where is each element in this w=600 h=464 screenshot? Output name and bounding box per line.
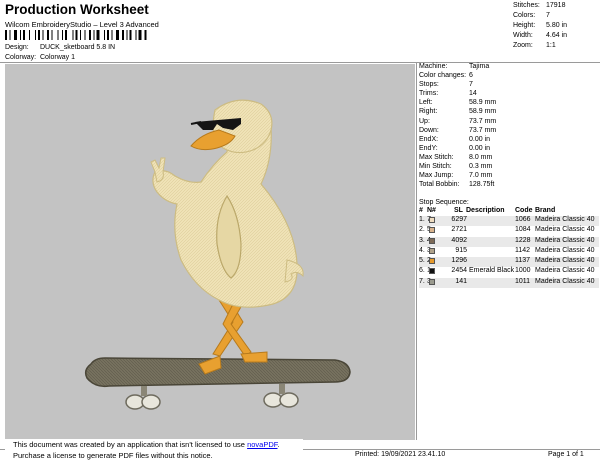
- table-row: 1.762971066Madeira Classic 40: [419, 216, 599, 227]
- table-header: # N# SL Description Code Brand: [419, 207, 556, 214]
- table-row: 6.12454Emerald Black1000Madeira Classic …: [419, 267, 595, 275]
- prop-stops: Stops: 7: [419, 81, 473, 89]
- prop-machine: Machine: Tajima: [419, 63, 490, 70]
- pdf-license-notice: This document was created by an applicat…: [5, 439, 303, 463]
- notice-line-1: This document was created by an applicat…: [13, 440, 280, 449]
- prop-trims: Trims: 14: [419, 90, 477, 98]
- notice-line-2: Purchase a license to generate PDF files…: [13, 451, 213, 460]
- skateboard-wheels: [125, 384, 299, 410]
- prop-right: Right: 58.9 mm: [419, 108, 497, 116]
- stat-colors: Colors: 7: [513, 12, 550, 19]
- table-row: 4.39151142Madeira Classic 40: [419, 246, 595, 254]
- design-value: DUCK_sketboard 5.8 IN: [40, 44, 116, 51]
- stat-zoom: Zoom: 1:1: [513, 42, 556, 49]
- color-swatch: [429, 278, 435, 285]
- table-row: 2.527211084Madeira Classic 40: [419, 226, 595, 234]
- prop-color-changes: Color changes: 6: [419, 72, 473, 80]
- prop-min-stitch: Min Stitch: 0.3 mm: [419, 163, 493, 171]
- colorway-label: Colorway:: [5, 54, 37, 61]
- duck-skateboard-illustration: [84, 99, 351, 410]
- color-swatch: [429, 227, 435, 234]
- stop-sequence-title: Stop Sequence:: [419, 199, 469, 206]
- panel-divider: [416, 63, 417, 440]
- design-preview: [5, 64, 415, 440]
- prop-endx: EndX: 0.00 in: [419, 135, 491, 143]
- prop-up: Up: 73.7 mm: [419, 117, 497, 125]
- page-number: Page 1 of 1: [548, 451, 584, 458]
- prop-max-stitch: Max Stitch: 8.0 mm: [419, 153, 493, 161]
- color-swatch: [429, 258, 435, 265]
- prop-left: Left: 58.9 mm: [419, 99, 497, 107]
- worksheet-title: Production Worksheet: [5, 2, 149, 17]
- prop-down: Down: 73.7 mm: [419, 126, 497, 134]
- color-swatch: [429, 268, 435, 275]
- stat-width: Width: 4.64 in: [513, 32, 568, 39]
- machine-properties: Machine: Tajima Color changes: 6 Stops: 7 T…: [419, 63, 599, 190]
- printed-timestamp: Printed: 19/09/2021 23.41.10: [355, 451, 446, 458]
- prop-max-jump: Max Jump: 7.0 mm: [419, 172, 493, 180]
- stat-height: Height: 5.80 in: [513, 22, 568, 29]
- color-swatch: [429, 247, 435, 254]
- software-subtitle: Wilcom EmbroideryStudio – Level 3 Advanc…: [5, 20, 159, 29]
- table-row: 3.440921228Madeira Classic 40: [419, 236, 599, 247]
- design-stats: Stitches: 17918 Colors: 7 Height: 5.80 in W…: [513, 2, 598, 52]
- barcode-image: [5, 30, 147, 40]
- table-row: 5.212961137Madeira Classic 40: [419, 257, 599, 268]
- stop-sequence-table: # N# SL Description Code Brand 1.7629710…: [419, 207, 599, 289]
- color-swatch: [429, 217, 435, 223]
- colorway-value: Colorway 1: [40, 54, 76, 61]
- prop-endy: EndY: 0.00 in: [419, 144, 491, 152]
- prop-total-bobbin: Total Bobbin: 128.75ft: [419, 181, 495, 189]
- color-swatch: [429, 237, 435, 244]
- novapdf-link[interactable]: novaPDF: [247, 440, 277, 449]
- stat-stitches: Stitches: 17918: [513, 2, 566, 9]
- table-row: 7.31411011Madeira Classic 40: [419, 277, 599, 289]
- table-body: 1.762971066Madeira Classic 402.527211084…: [419, 216, 599, 289]
- design-label: Design:: [5, 44, 29, 51]
